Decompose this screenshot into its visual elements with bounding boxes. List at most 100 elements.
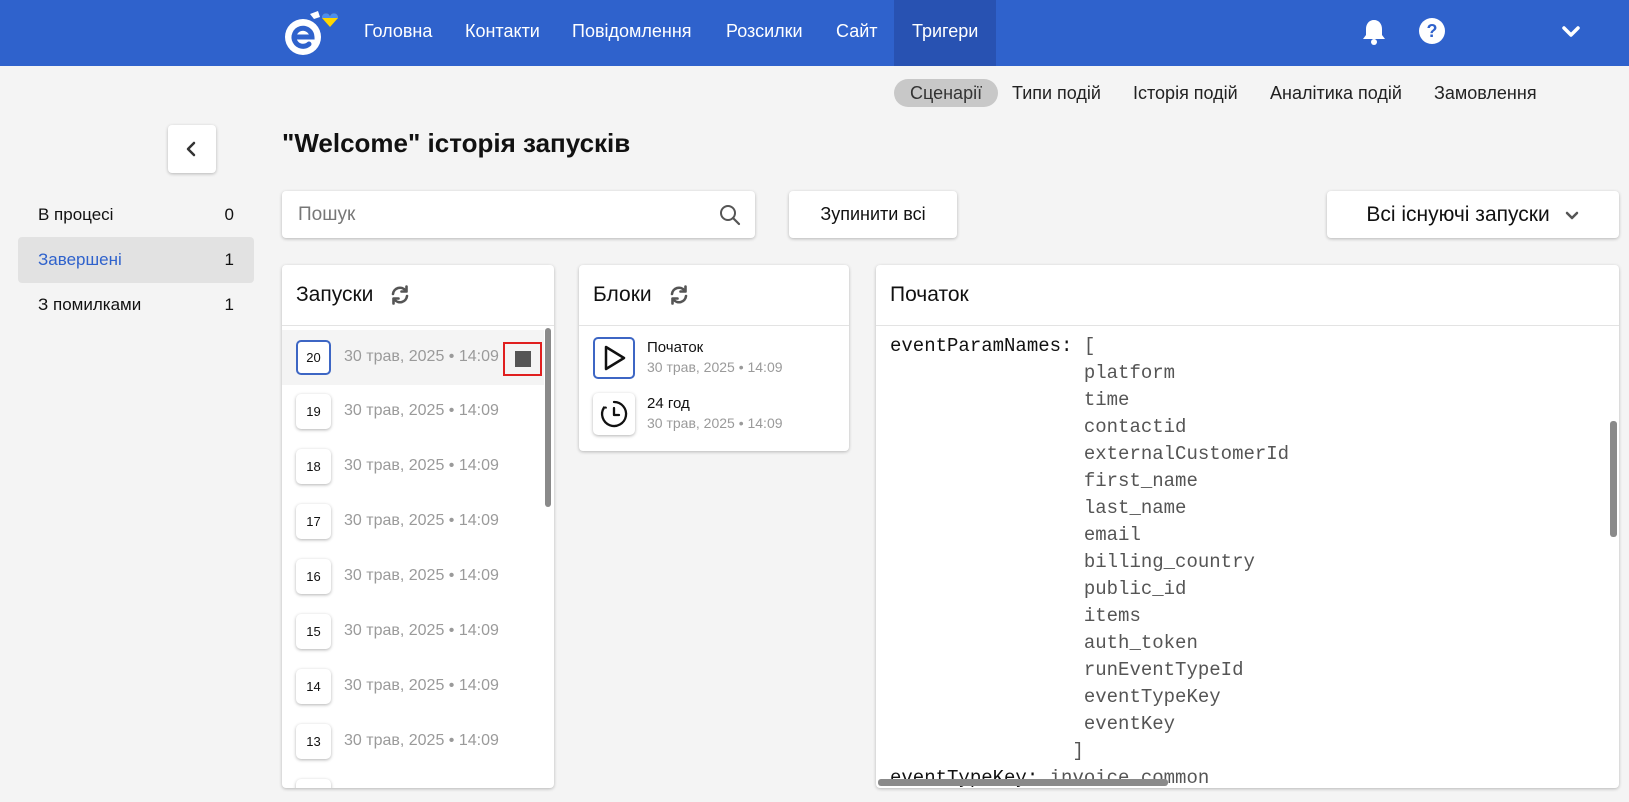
run-number: 16 bbox=[296, 559, 331, 594]
blocks-panel-title: Блоки bbox=[593, 283, 652, 306]
run-date: 30 трав, 2025 • 14:09 bbox=[344, 622, 499, 639]
run-row[interactable]: 15 30 трав, 2025 • 14:09 bbox=[282, 604, 544, 659]
detail-panel-header: Початок bbox=[876, 265, 1619, 326]
code-param: platform bbox=[1083, 362, 1176, 384]
run-row[interactable]: 19 30 трав, 2025 • 14:09 bbox=[282, 384, 544, 439]
runs-scrollbar[interactable] bbox=[545, 328, 551, 507]
chevron-down-icon[interactable] bbox=[1556, 16, 1586, 46]
refresh-icon[interactable] bbox=[389, 284, 411, 306]
block-row-timer[interactable]: 24 год 30 трав, 2025 • 14:09 bbox=[593, 393, 843, 438]
run-row[interactable]: 13 30 трав, 2025 • 14:09 bbox=[282, 714, 544, 769]
code-param: eventKey bbox=[1083, 713, 1176, 735]
run-date: 30 трав, 2025 • 14:09 bbox=[344, 348, 499, 365]
code-param: first_name bbox=[1083, 470, 1198, 492]
detail-code: eventParamNames: [ platform time contact… bbox=[890, 333, 1289, 788]
code-param: time bbox=[1083, 389, 1130, 411]
code-param: runEventTypeId bbox=[1083, 659, 1244, 681]
search-box bbox=[282, 191, 755, 238]
filter-label: В процесі bbox=[38, 205, 114, 224]
filter-count: 1 bbox=[224, 250, 234, 269]
code-param: items bbox=[1083, 605, 1141, 627]
subnav-event-types[interactable]: Типи подій bbox=[996, 79, 1117, 107]
esputnik-logo[interactable] bbox=[282, 10, 348, 56]
code-param: contactid bbox=[1083, 416, 1187, 438]
filter-with-errors[interactable]: З помилками 1 bbox=[18, 282, 254, 328]
run-number: 20 bbox=[296, 340, 331, 375]
code-param: public_id bbox=[1083, 578, 1187, 600]
nav-contacts[interactable]: Контакти bbox=[447, 0, 558, 66]
run-date: 30 трав, 2025 • 14:09 bbox=[344, 732, 499, 749]
subnav-event-analytics[interactable]: Аналітика подій bbox=[1254, 79, 1418, 107]
run-row-partial[interactable] bbox=[282, 769, 544, 788]
bell-icon[interactable] bbox=[1359, 16, 1389, 46]
detail-panel: Початок eventParamNames: [ platform time… bbox=[876, 265, 1619, 788]
run-date: 30 трав, 2025 • 14:09 bbox=[344, 567, 499, 584]
detail-vertical-scrollbar[interactable] bbox=[1610, 421, 1617, 537]
search-input[interactable] bbox=[298, 191, 698, 238]
run-number: 19 bbox=[296, 394, 331, 429]
run-date: 30 трав, 2025 • 14:09 bbox=[344, 402, 499, 419]
filter-count: 1 bbox=[224, 295, 234, 314]
code-param: billing_country bbox=[1083, 551, 1255, 573]
run-row[interactable]: 18 30 трав, 2025 • 14:09 bbox=[282, 439, 544, 494]
filter-label: З помилками bbox=[38, 295, 142, 314]
run-row[interactable]: 14 30 трав, 2025 • 14:09 bbox=[282, 659, 544, 714]
nav-site[interactable]: Сайт bbox=[818, 0, 896, 66]
chevron-left-icon bbox=[186, 141, 196, 157]
svg-text:?: ? bbox=[1427, 21, 1438, 41]
runs-panel: Запуски 20 30 трав, 2025 • 14:09 19 30 т… bbox=[282, 265, 554, 788]
stop-run-button[interactable] bbox=[503, 342, 542, 376]
stop-icon bbox=[514, 351, 531, 367]
help-icon[interactable]: ? bbox=[1417, 16, 1447, 46]
code-param: externalCustomerId bbox=[1083, 443, 1290, 465]
runs-filter-label: Всі існуючі запуски bbox=[1366, 202, 1550, 226]
block-date: 30 трав, 2025 • 14:09 bbox=[647, 359, 783, 375]
filter-completed[interactable]: Завершені 1 bbox=[18, 237, 254, 283]
code-param: email bbox=[1083, 524, 1141, 546]
detail-panel-title: Початок bbox=[890, 283, 969, 306]
refresh-icon[interactable] bbox=[668, 284, 690, 306]
filter-in-progress[interactable]: В процесі 0 bbox=[18, 192, 254, 238]
run-number bbox=[296, 779, 331, 788]
runs-panel-title: Запуски bbox=[296, 283, 374, 306]
stop-all-button[interactable]: Зупинити всі bbox=[789, 191, 957, 238]
detail-horizontal-scrollbar[interactable] bbox=[878, 779, 1168, 786]
runs-filter-dropdown[interactable]: Всі існуючі запуски bbox=[1327, 191, 1619, 238]
code-param: auth_token bbox=[1083, 632, 1198, 654]
timer-icon bbox=[593, 393, 635, 435]
code-bracket-open: [ bbox=[1083, 335, 1096, 357]
nav-home[interactable]: Головна bbox=[346, 0, 450, 66]
run-row[interactable]: 16 30 трав, 2025 • 14:09 bbox=[282, 549, 544, 604]
subnav-scenarios[interactable]: Сценарії bbox=[894, 79, 999, 107]
nav-triggers[interactable]: Тригери bbox=[894, 0, 997, 66]
run-date: 30 трав, 2025 • 14:09 bbox=[344, 457, 499, 474]
block-name: Початок bbox=[647, 339, 704, 356]
filter-label: Завершені bbox=[38, 250, 122, 269]
back-button[interactable] bbox=[168, 125, 216, 173]
code-key: eventParamNames: bbox=[890, 335, 1073, 357]
filter-count: 0 bbox=[224, 205, 234, 224]
top-navbar: Головна Контакти Повідомлення Розсилки С… bbox=[0, 0, 1629, 66]
run-number: 14 bbox=[296, 669, 331, 704]
code-param: eventTypeKey bbox=[1083, 686, 1221, 708]
nav-messages[interactable]: Повідомлення bbox=[554, 0, 710, 66]
block-row-start[interactable]: Початок 30 трав, 2025 • 14:09 bbox=[593, 337, 843, 382]
subnav-event-history[interactable]: Історія подій bbox=[1117, 79, 1254, 107]
run-row[interactable]: 17 30 трав, 2025 • 14:09 bbox=[282, 494, 544, 549]
blocks-panel: Блоки Початок 30 трав, 2025 • 14:09 24 г… bbox=[579, 265, 849, 451]
run-date: 30 трав, 2025 • 14:09 bbox=[344, 677, 499, 694]
run-number: 15 bbox=[296, 614, 331, 649]
search-icon[interactable] bbox=[719, 204, 741, 226]
block-name: 24 год bbox=[647, 395, 690, 412]
code-param: last_name bbox=[1083, 497, 1187, 519]
page-title: "Welcome" історія запусків bbox=[282, 128, 631, 158]
code-bracket-close: ] bbox=[1072, 740, 1084, 762]
run-number: 18 bbox=[296, 449, 331, 484]
subnav-orders[interactable]: Замовлення bbox=[1418, 79, 1553, 107]
nav-mailings[interactable]: Розсилки bbox=[708, 0, 821, 66]
blocks-panel-header: Блоки bbox=[579, 265, 849, 326]
play-icon bbox=[593, 337, 635, 379]
chevron-down-icon bbox=[1565, 211, 1578, 219]
run-number: 13 bbox=[296, 724, 331, 759]
run-row[interactable]: 20 30 трав, 2025 • 14:09 bbox=[282, 330, 544, 385]
